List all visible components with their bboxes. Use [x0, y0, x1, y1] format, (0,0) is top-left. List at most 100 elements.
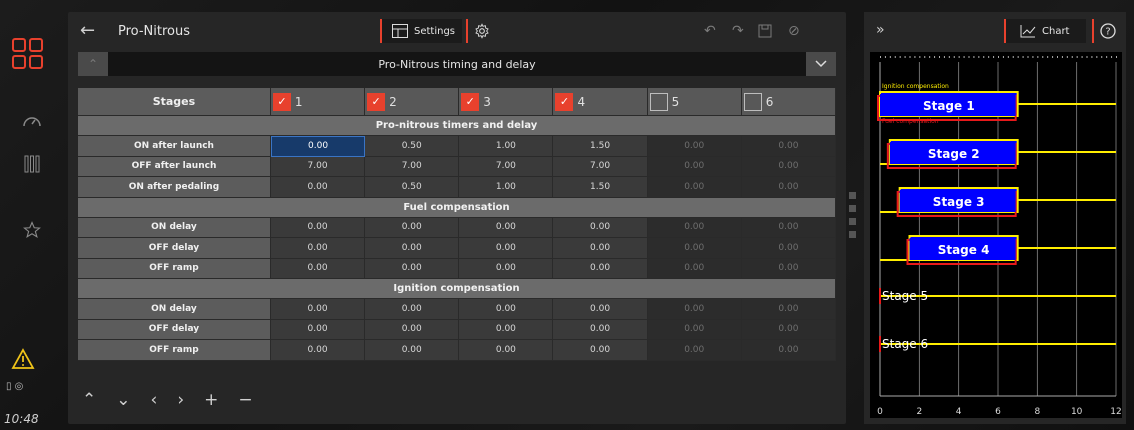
table-cell[interactable]: 0.00	[553, 319, 648, 340]
help-button[interactable]: ?	[1092, 19, 1122, 43]
table-cell[interactable]: 0.00	[459, 319, 554, 340]
group-title: Ignition compensation	[78, 279, 836, 299]
table-cell[interactable]: 0.00	[553, 238, 648, 259]
table-cell[interactable]: 0.00	[270, 258, 366, 279]
chevron-right-icon[interactable]: ›	[177, 390, 184, 410]
table-cell[interactable]: 0.50	[365, 136, 460, 157]
top-tick	[1002, 56, 1004, 58]
top-tick	[1106, 56, 1108, 58]
table-cell[interactable]: 0.00	[741, 136, 836, 157]
table-cell[interactable]: 0.00	[647, 217, 742, 238]
cancel-icon[interactable]: ⊘	[788, 24, 800, 38]
chevron-down-icon[interactable]: ⌄	[116, 390, 130, 410]
table-cell[interactable]: 0.00	[365, 238, 460, 259]
table-cell[interactable]: 0.00	[647, 319, 742, 340]
table-cell[interactable]: 0.00	[647, 340, 742, 361]
table-cell[interactable]: 0.00	[365, 258, 460, 279]
row-label: OFF after launch	[78, 156, 271, 177]
table-cell[interactable]: 1.50	[553, 177, 648, 198]
top-tick	[1007, 56, 1009, 58]
table-cell[interactable]: 7.00	[365, 156, 460, 177]
stage-number: 6	[765, 94, 774, 109]
table-cell[interactable]: 0.00	[459, 340, 554, 361]
chevron-up-icon[interactable]: ⌃	[82, 390, 96, 410]
dashboard-gauge-icon[interactable]	[20, 108, 44, 132]
table-cell[interactable]: 7.00	[459, 156, 554, 177]
stage-chart: 0 2 4 6 8 10 12 Ignition compensation Fuel compe…	[870, 52, 1122, 418]
table-cell[interactable]: 0.00	[741, 217, 836, 238]
table-cell[interactable]: 0.00	[459, 217, 554, 238]
table-cell[interactable]: 0.00	[741, 156, 836, 177]
settings-tab-button[interactable]: Settings	[380, 19, 462, 43]
table-cell[interactable]: 0.00	[553, 299, 648, 320]
top-tick	[1101, 56, 1103, 58]
table-cell[interactable]: 0.00	[365, 299, 460, 320]
undo-icon[interactable]: ↶	[704, 24, 716, 38]
checkbox-empty-icon[interactable]	[743, 92, 762, 111]
table-cell[interactable]: 0.00	[365, 340, 460, 361]
checkbox-empty-icon[interactable]	[649, 92, 668, 111]
table-cell[interactable]: 0.00	[459, 238, 554, 259]
top-tick	[1032, 56, 1034, 58]
redo-icon[interactable]: ↷	[732, 24, 744, 38]
table-cell[interactable]: 0.00	[553, 217, 648, 238]
table-cell[interactable]: 0.00	[270, 319, 366, 340]
checkbox-checked-icon[interactable]: ✓	[461, 92, 480, 111]
save-icon[interactable]	[758, 24, 772, 41]
table-cell[interactable]: 0.00	[741, 299, 836, 320]
table-cell[interactable]: 0.00	[553, 258, 648, 279]
checkbox-checked-icon[interactable]: ✓	[272, 92, 291, 111]
stage-label: Stage 4	[938, 243, 990, 257]
table-cell[interactable]: 0.00	[741, 177, 836, 198]
warning-icon[interactable]	[11, 348, 37, 370]
back-arrow-icon[interactable]: ←	[80, 22, 95, 40]
menu-grid-icon[interactable]	[12, 38, 46, 72]
checkbox-checked-icon[interactable]: ✓	[555, 92, 574, 111]
remove-icon[interactable]: −	[238, 390, 252, 410]
top-tick	[993, 56, 995, 58]
table-cell[interactable]: 0.00	[553, 340, 648, 361]
table-cell[interactable]: 0.00	[741, 258, 836, 279]
table-cell[interactable]: 0.00	[270, 238, 366, 259]
star-icon[interactable]	[20, 218, 44, 242]
table-cell[interactable]: 0.00	[647, 177, 742, 198]
add-icon[interactable]: +	[204, 390, 218, 410]
table-cell[interactable]: 0.00	[270, 136, 366, 157]
table-cell[interactable]: 0.00	[741, 238, 836, 259]
table-cell[interactable]: 0.00	[365, 217, 460, 238]
table-cell[interactable]: 7.00	[270, 156, 366, 177]
checkbox-checked-icon[interactable]: ✓	[367, 92, 386, 111]
table-cell[interactable]: 0.00	[647, 258, 742, 279]
table-cell[interactable]: 0.00	[365, 319, 460, 340]
toolbar: ← Pro-Nitrous Settings ↶ ↷ ⊘	[68, 12, 846, 50]
top-tick	[1022, 56, 1024, 58]
table-cell[interactable]: 1.00	[459, 177, 554, 198]
table-cell[interactable]: 0.00	[647, 136, 742, 157]
table-cell[interactable]: 0.00	[459, 299, 554, 320]
table-cell[interactable]: 0.00	[270, 217, 366, 238]
table-cell[interactable]: 1.50	[553, 136, 648, 157]
table-cell[interactable]: 0.00	[270, 299, 366, 320]
table-cell[interactable]: 7.00	[553, 156, 648, 177]
chart-tab-button[interactable]: Chart	[1004, 19, 1086, 43]
status-icons: ▯ ◎	[6, 381, 24, 392]
table-cell[interactable]: 1.00	[459, 136, 554, 157]
table-cell[interactable]: 0.00	[270, 177, 366, 198]
table-cell[interactable]: 0.00	[741, 319, 836, 340]
table-cell[interactable]: 0.00	[647, 299, 742, 320]
table-cell[interactable]: 0.00	[647, 156, 742, 177]
table-cell[interactable]: 0.00	[459, 258, 554, 279]
table-cell[interactable]: 0.00	[270, 340, 366, 361]
stage-number: 4	[577, 94, 586, 109]
expand-panel-icon[interactable]: »	[876, 22, 885, 38]
collapse-button[interactable]: ⌃	[78, 52, 108, 76]
gear-button[interactable]	[466, 19, 496, 43]
columns-icon[interactable]	[20, 152, 44, 176]
x-tick-label: 2	[916, 407, 922, 417]
table-cell[interactable]: 0.00	[647, 238, 742, 259]
table-cell[interactable]: 0.00	[741, 340, 836, 361]
chevron-left-icon[interactable]: ‹	[151, 390, 158, 410]
expand-button[interactable]	[806, 52, 836, 76]
panel-splitter[interactable]	[849, 192, 857, 244]
table-cell[interactable]: 0.50	[365, 177, 460, 198]
